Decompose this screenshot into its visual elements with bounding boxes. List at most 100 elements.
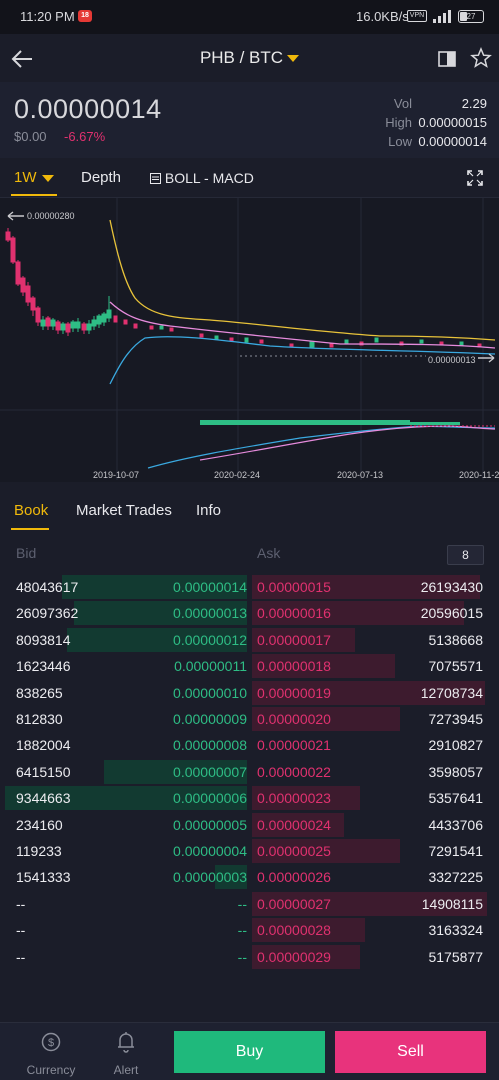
ask-price: 0.00000021 [257,737,331,754]
currency-label: Currency [26,1063,76,1077]
order-book-row[interactable]: 838265 0.00000010 0.00000019 12708734 [0,680,499,706]
bid-quantity: 234160 [16,816,63,833]
bid-price: 0.00000004 [173,843,247,859]
vpn-icon: VPN [407,10,427,22]
ask-price: 0.00000023 [257,790,331,807]
interval-selector[interactable]: 1W [14,169,54,186]
order-book-row[interactable]: 9344663 0.00000006 0.00000023 5357641 [0,785,499,811]
order-book-row[interactable]: 119233 0.00000004 0.00000025 7291541 [0,838,499,864]
ask-quantity: 2910827 [428,737,483,754]
candlestick-chart: 0.00000280 0.00000013 2019-10-07 2020-02… [0,198,499,480]
ask-price: 0.00000017 [257,631,331,648]
max-price-label: 0.00000280 [27,211,75,221]
order-book-row[interactable]: -- -- 0.00000029 5175877 [0,944,499,970]
ask-price: 0.00000022 [257,763,331,780]
ask-price: 0.00000019 [257,684,331,701]
high-value: 0.00000015 [418,115,487,130]
ask-quantity: 7273945 [428,711,483,727]
ask-quantity: 4433706 [428,816,483,833]
order-book-row[interactable]: 48043617 0.00000014 0.00000015 26193430 [0,574,499,600]
ask-price: 0.00000016 [257,605,331,622]
favorite-star-icon[interactable] [470,47,492,69]
active-tab-indicator [11,528,49,530]
indicator-selector[interactable]: BOLL - MACD [150,170,254,186]
signal-icon [433,10,451,23]
low-label: Low [388,134,412,149]
ask-quantity: 5138668 [428,631,483,648]
ask-quantity: 3163324 [428,922,483,939]
last-price-marker: 0.00000013 [240,353,495,365]
ask-quantity: 12708734 [420,684,483,701]
alert-button[interactable]: Alert [100,1023,152,1080]
ask-price: 0.00000026 [257,869,331,886]
chevron-down-icon [287,55,300,63]
order-book-row[interactable]: 234160 0.00000005 0.00000024 4433706 [0,812,499,838]
chevron-down-icon [41,174,54,182]
max-price-marker: 0.00000280 [7,211,75,221]
order-book-row[interactable]: 812830 0.00000009 0.00000020 7273945 [0,706,499,732]
bid-quantity: 48043617 [16,579,79,595]
pair-title: PHB / BTC [199,48,284,67]
buy-button[interactable]: Buy [174,1031,325,1073]
ask-quantity: 7291541 [428,843,483,859]
vol-value: 2.29 [461,96,487,111]
bid-price: 0.00000012 [173,631,247,648]
bid-header: Bid [16,545,37,561]
ask-quantity: 14908115 [421,895,483,912]
order-book-row[interactable]: -- -- 0.00000028 3163324 [0,917,499,943]
compare-icon[interactable] [437,49,457,69]
date-tick-2: 2020-02-24 [214,470,260,480]
currency-button[interactable]: $ Currency [22,1023,80,1080]
bid-quantity: 26097362 [16,605,79,622]
ask-price: 0.00000018 [257,658,331,675]
bid-quantity: 6415150 [16,763,71,780]
bid-price: 0.00000008 [173,737,247,754]
bid-quantity: 838265 [16,684,63,701]
tab-book[interactable]: Book [14,502,48,519]
macd-signal-line [199,425,496,461]
ticker-panel: 0.00000014 $0.00 -6.67% Vol 2.29 High 0.… [0,82,499,158]
tab-depth[interactable]: Depth [81,169,121,186]
bid-quantity: 119233 [16,843,62,859]
pair-selector[interactable]: PHB / BTC [0,48,499,68]
boll-upper-line [109,219,496,341]
bottom-action-bar: $ Currency Alert Buy Sell [0,1022,499,1080]
vol-label: Vol [393,96,412,111]
bid-price: 0.00000013 [173,605,247,622]
bid-quantity: 1882004 [16,737,71,754]
bid-quantity: -- [16,895,26,912]
fiat-price: $0.00 [14,129,47,144]
precision-selector[interactable]: 8 [447,545,484,565]
status-time: 11:20 PM [20,9,75,24]
price-chart[interactable]: 0.00000280 0.00000013 2019-10-07 2020-02… [0,198,499,482]
bid-price: 0.00000014 [173,579,247,595]
sell-button[interactable]: Sell [335,1031,486,1073]
bid-price: 0.00000003 [173,869,247,886]
network-speed: 16.0KB/s [356,9,409,24]
bid-price: 0.00000010 [173,684,247,701]
book-tabs: Book Market Trades Info [0,490,499,532]
last-price: 0.00000014 [14,94,162,124]
ask-price: 0.00000024 [257,816,331,833]
macd-line [147,425,496,469]
ask-quantity: 26193430 [420,579,483,595]
order-book-row[interactable]: -- -- 0.00000027 14908115 [0,891,499,917]
order-book: 48043617 0.00000014 0.00000015 26193430 2609… [0,574,499,972]
tab-info[interactable]: Info [196,502,221,519]
order-book-row[interactable]: 6415150 0.00000007 0.00000022 3598057 [0,759,499,785]
status-bar: 11:20 PM 18 16.0KB/s VPN 27 [0,0,499,34]
order-book-row[interactable]: 1541333 0.00000003 0.00000026 3327225 [0,864,499,890]
ask-price: 0.00000015 [257,579,331,595]
order-book-row[interactable]: 1623446 0.00000011 0.00000018 7075571 [0,653,499,679]
notification-badge: 18 [78,10,92,22]
tab-market-trades[interactable]: Market Trades [76,502,172,519]
bid-price: -- [237,895,247,912]
fullscreen-icon[interactable] [467,170,483,186]
indicator-icon [150,173,161,184]
order-book-row[interactable]: 26097362 0.00000013 0.00000016 20596015 [0,600,499,626]
ask-header: Ask [257,545,281,561]
order-book-row[interactable]: 8093814 0.00000012 0.00000017 5138668 [0,627,499,653]
ask-price: 0.00000025 [257,843,331,859]
candles [5,228,482,348]
order-book-row[interactable]: 1882004 0.00000008 0.00000021 2910827 [0,732,499,758]
